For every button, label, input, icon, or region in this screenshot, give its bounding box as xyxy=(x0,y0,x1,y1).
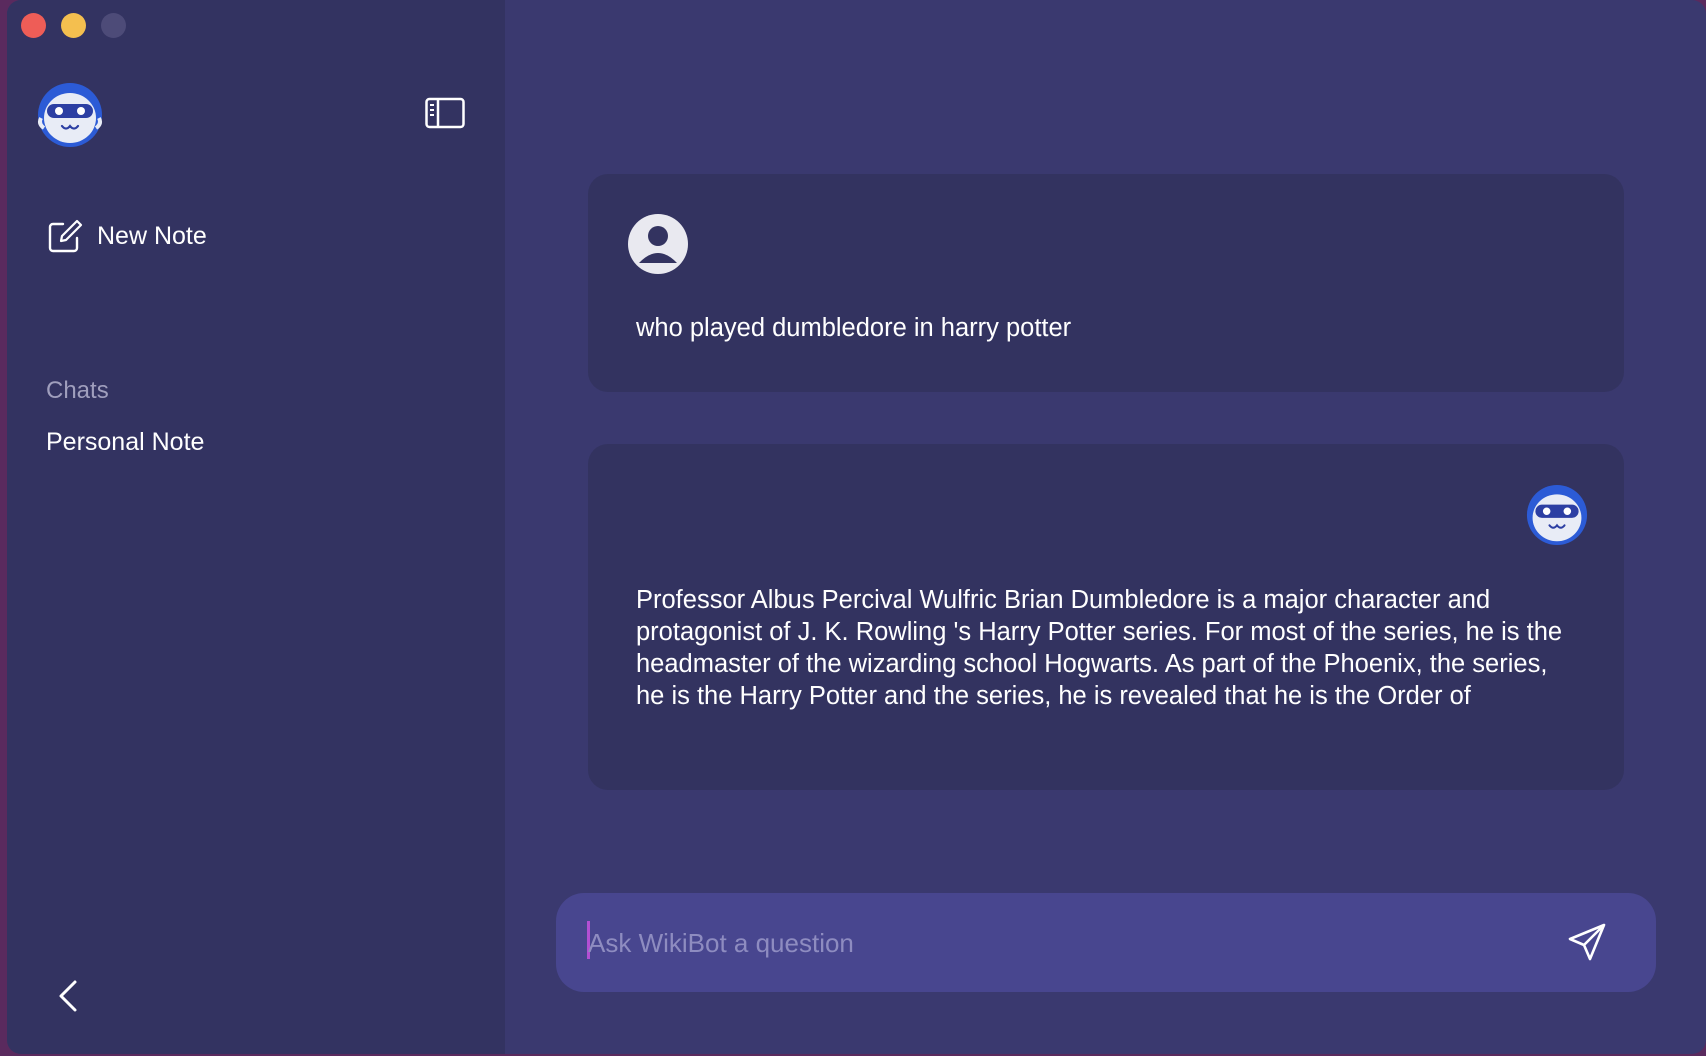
new-note-button[interactable]: New Note xyxy=(47,216,207,256)
send-button[interactable] xyxy=(1566,921,1608,963)
close-window-button[interactable] xyxy=(21,13,46,38)
bot-message: Professor Albus Percival Wulfric Brian D… xyxy=(588,444,1624,790)
sidebar-toggle-icon[interactable] xyxy=(425,97,465,129)
minimize-window-button[interactable] xyxy=(61,13,86,38)
user-avatar-icon xyxy=(627,213,689,275)
question-input[interactable] xyxy=(586,917,1550,969)
wikibot-avatar-icon xyxy=(1526,484,1588,546)
new-note-label: New Note xyxy=(97,221,207,250)
bot-message-text: Professor Albus Percival Wulfric Brian D… xyxy=(636,586,1563,710)
user-message: who played dumbledore in harry potter xyxy=(588,174,1624,392)
chat-area: who played dumbledore in harry potter Pr… xyxy=(505,0,1706,1054)
chats-heading: Chats xyxy=(46,377,109,404)
user-message-text: who played dumbledore in harry potter xyxy=(636,314,1072,342)
app-window: New Note Chats Personal Note who played … xyxy=(7,0,1706,1054)
paper-plane-icon xyxy=(1568,923,1606,961)
compose-icon xyxy=(48,219,83,253)
chat-item-personal-note[interactable]: Personal Note xyxy=(46,428,204,457)
chevron-left-icon[interactable] xyxy=(53,976,83,1016)
sidebar: New Note Chats Personal Note xyxy=(7,0,505,1054)
maximize-window-button[interactable] xyxy=(101,13,126,38)
wikibot-avatar-icon xyxy=(37,82,103,148)
message-composer xyxy=(556,893,1656,992)
